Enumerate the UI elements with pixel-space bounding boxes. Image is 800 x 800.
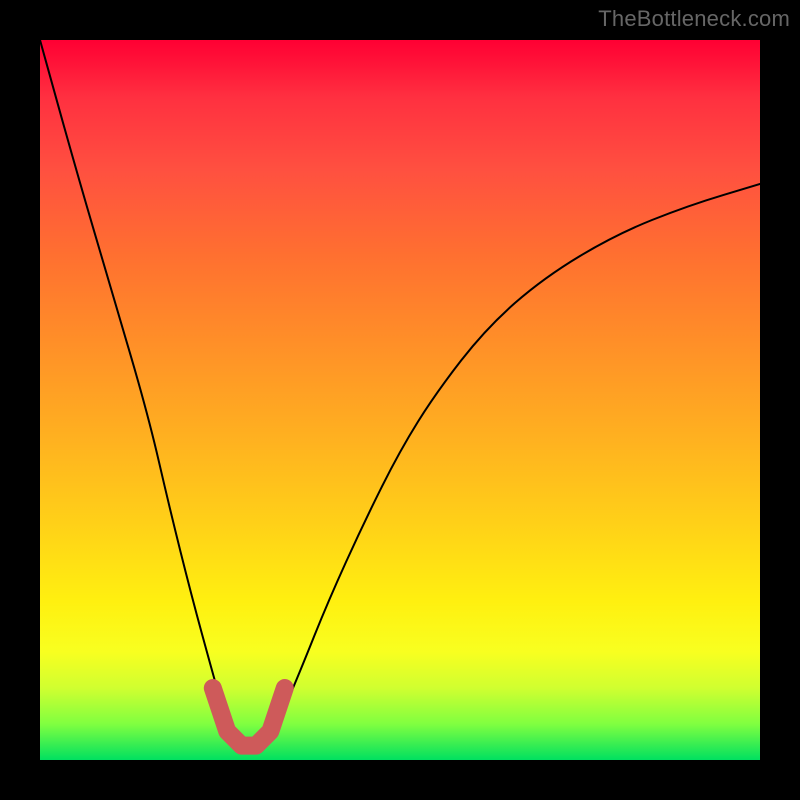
plot-area (40, 40, 760, 760)
chart-frame: TheBottleneck.com (0, 0, 800, 800)
minimum-highlight-path (213, 688, 285, 746)
bottleneck-curve-path (40, 40, 760, 746)
curve-svg (40, 40, 760, 760)
attribution-label: TheBottleneck.com (598, 6, 790, 32)
